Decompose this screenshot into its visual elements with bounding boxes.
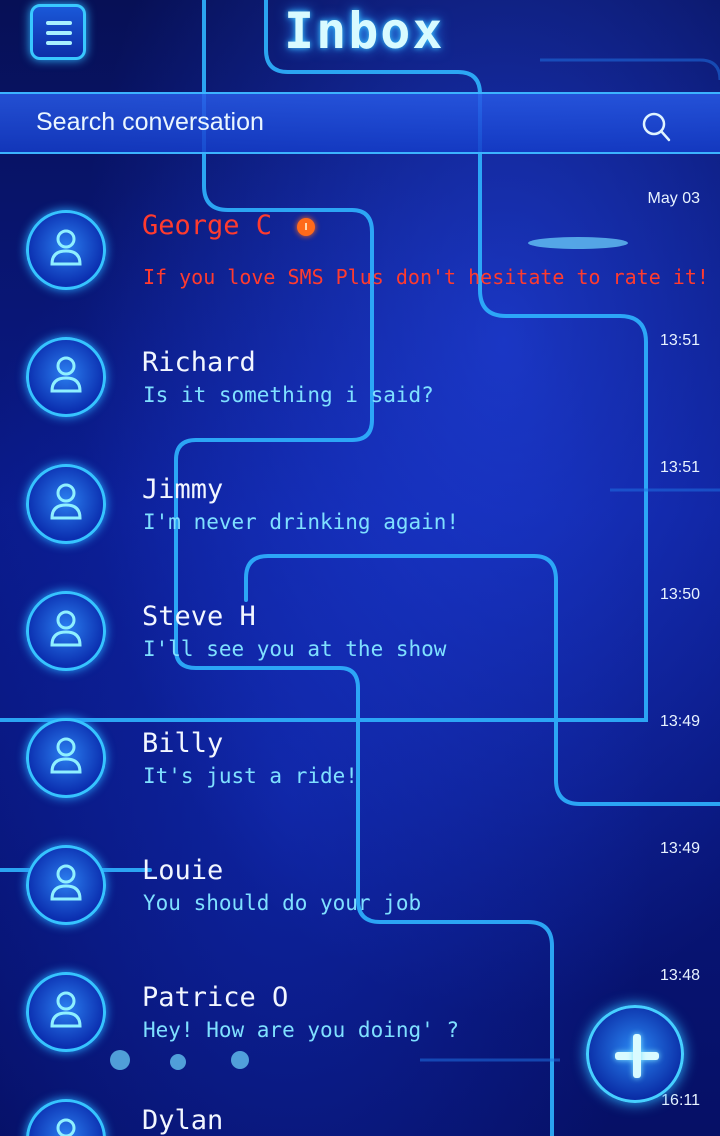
timestamp: May 03 (647, 190, 700, 207)
timestamp: 16:11 (661, 1092, 700, 1109)
contact-name: Patrice O (142, 982, 289, 1013)
message-preview: I'll see you at the show (143, 637, 447, 661)
contact-name: George C (142, 210, 273, 241)
timestamp: 13:51 (659, 459, 700, 476)
conversation-row[interactable]: Richard Is it something i said? 13:51 (0, 307, 720, 434)
avatar[interactable] (26, 718, 106, 798)
message-preview: I'm never drinking again! (143, 510, 460, 534)
avatar[interactable] (26, 591, 106, 671)
contact-icon (50, 229, 82, 266)
timestamp: 13:49 (659, 713, 700, 730)
contact-name: Billy (142, 728, 224, 759)
contact-icon (50, 483, 82, 520)
contact-name: Steve H (142, 601, 256, 632)
conversation-row[interactable]: Billy It's just a ride! 13:49 (0, 688, 720, 815)
contact-name: Jimmy (142, 474, 224, 505)
message-preview: You should do your job (143, 891, 422, 915)
contact-name: Dylan (142, 1105, 224, 1136)
timestamp: 13:50 (659, 586, 700, 603)
avatar[interactable] (26, 337, 106, 417)
contact-icon (50, 737, 82, 774)
contact-icon (50, 610, 82, 647)
contact-name: Louie (142, 855, 224, 886)
conversation-list: George C If you love SMS Plus don't hesi… (0, 0, 720, 1136)
contact-icon (50, 356, 82, 393)
conversation-row[interactable]: Steve H I'll see you at the show 13:50 (0, 561, 720, 688)
timestamp: 13:48 (659, 967, 700, 984)
conversation-row[interactable]: Jimmy I'm never drinking again! 13:51 (0, 434, 720, 561)
message-preview: Hey! How are you doing' ? (143, 1018, 460, 1042)
new-message-button[interactable] (586, 1005, 684, 1103)
timestamp: 13:51 (659, 332, 700, 349)
conversation-row[interactable]: George C If you love SMS Plus don't hesi… (0, 180, 720, 307)
avatar[interactable] (26, 1099, 106, 1136)
avatar[interactable] (26, 464, 106, 544)
message-preview: If you love SMS Plus don't hesitate to r… (143, 265, 709, 289)
contact-icon (56, 1118, 76, 1136)
contact-icon (50, 864, 82, 901)
avatar[interactable] (26, 210, 106, 290)
conversation-row[interactable]: Louie You should do your job 13:49 (0, 815, 720, 942)
timestamp: 13:49 (659, 840, 700, 857)
avatar[interactable] (26, 972, 106, 1052)
contact-icon (50, 991, 82, 1028)
unread-badge-icon (297, 218, 315, 236)
contact-name: Richard (142, 347, 256, 378)
message-preview: Is it something i said? (143, 383, 434, 407)
message-preview: It's just a ride! (143, 764, 358, 788)
avatar[interactable] (26, 845, 106, 925)
